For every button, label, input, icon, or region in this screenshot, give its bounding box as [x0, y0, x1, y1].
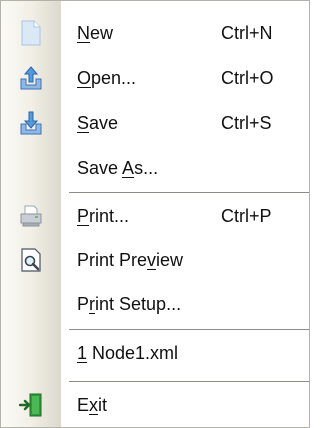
- menu-item-print-preview[interactable]: Print Preview: [1, 238, 309, 282]
- menu-item-recent-file-label: 1 Node1.xml: [77, 343, 179, 363]
- menu-item-save-as-label: Save As...: [77, 158, 159, 178]
- menu-separator: [69, 192, 309, 193]
- menu-item-new-shortcut: Ctrl+N: [221, 23, 273, 43]
- new-document-icon: [1, 11, 61, 55]
- printer-icon: [1, 194, 61, 238]
- menu-item-open[interactable]: Open... Ctrl+O: [1, 56, 309, 100]
- open-folder-icon: [1, 56, 61, 100]
- menu-item-print-setup-label: Print Setup...: [77, 294, 182, 314]
- menu-item-open-shortcut: Ctrl+O: [221, 68, 274, 88]
- menu-item-save-shortcut: Ctrl+S: [221, 113, 272, 133]
- menu-item-exit-label: Exit: [77, 395, 108, 415]
- menu-item-save[interactable]: Save Ctrl+S: [1, 101, 309, 145]
- exit-icon: [1, 383, 61, 427]
- file-menu: New Ctrl+N Open... Ctrl+O Save Ctrl+S Sa…: [0, 0, 310, 428]
- menu-item-print[interactable]: Print... Ctrl+P: [1, 194, 309, 238]
- menu-separator: [69, 329, 309, 330]
- menu-item-recent-file[interactable]: 1 Node1.xml: [1, 331, 309, 375]
- menu-item-save-as[interactable]: Save As...: [1, 146, 309, 190]
- menu-separator: [69, 381, 309, 382]
- menu-item-save-label: Save: [77, 113, 119, 133]
- save-icon: [1, 101, 61, 145]
- menu-item-exit[interactable]: Exit: [1, 383, 309, 427]
- print-preview-icon: [1, 238, 61, 282]
- menu-item-print-label: Print...: [77, 206, 130, 226]
- menu-item-new-label: New: [77, 23, 114, 43]
- menu-item-print-setup[interactable]: Print Setup...: [1, 282, 309, 326]
- menu-item-print-preview-label: Print Preview: [77, 250, 184, 270]
- menu-item-print-shortcut: Ctrl+P: [221, 206, 272, 226]
- menu-item-open-label: Open...: [77, 68, 137, 88]
- menu-item-new[interactable]: New Ctrl+N: [1, 11, 309, 55]
